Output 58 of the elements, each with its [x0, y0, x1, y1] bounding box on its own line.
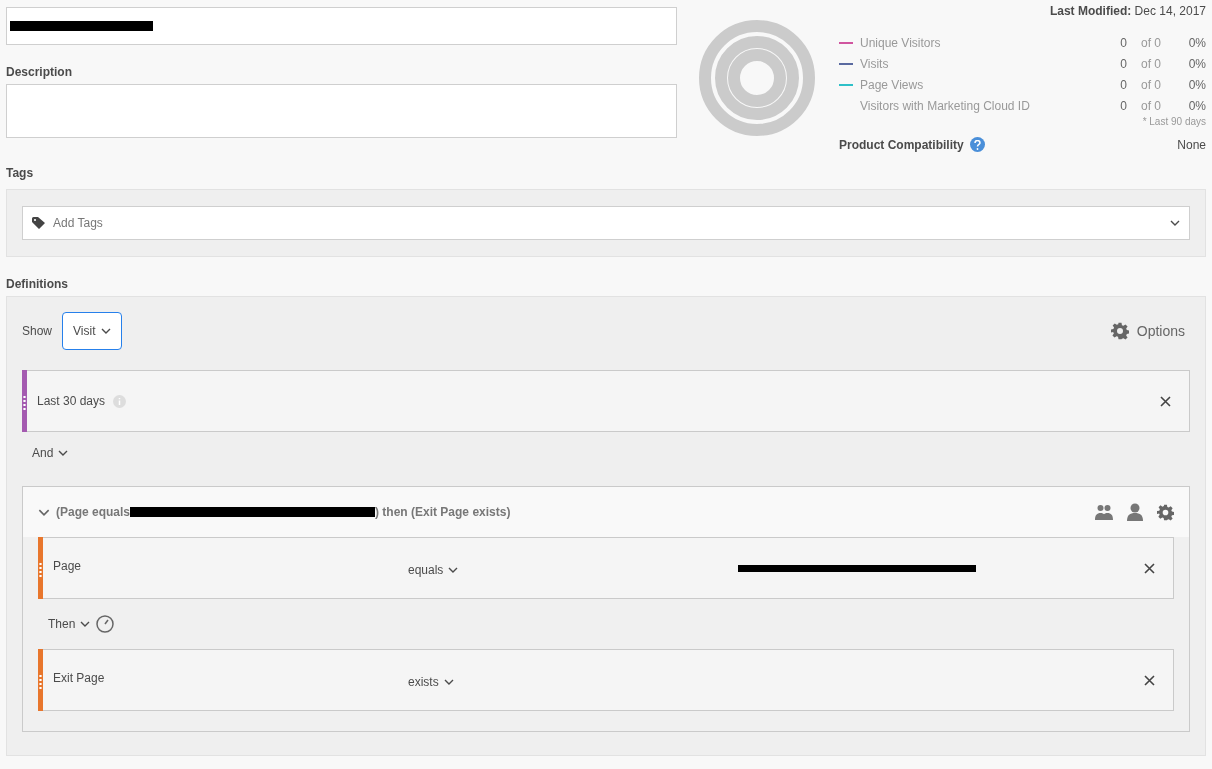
- dimension-label: Page: [53, 559, 83, 573]
- operator-dropdown[interactable]: equals: [408, 563, 738, 577]
- drag-handle[interactable]: [38, 537, 43, 599]
- options-button[interactable]: Options: [1110, 322, 1185, 340]
- drag-handle[interactable]: [38, 649, 43, 711]
- help-icon[interactable]: [969, 137, 985, 152]
- compatibility-value: None: [1177, 137, 1206, 152]
- clock-icon[interactable]: [96, 615, 115, 633]
- metric-total: of 0: [1140, 56, 1161, 71]
- metric-name: Page Views: [860, 77, 925, 92]
- metric-count: 0: [1119, 77, 1127, 92]
- show-select[interactable]: Visit: [62, 312, 123, 350]
- container-summary-start: (Page equals: [56, 505, 131, 519]
- chevron-down-icon: [443, 679, 454, 685]
- description-field[interactable]: [6, 84, 677, 138]
- close-icon[interactable]: [1144, 674, 1155, 686]
- settings-icon[interactable]: [1110, 322, 1129, 340]
- metric-name: Unique Visitors: [860, 35, 942, 50]
- metric-total: of 0: [1140, 98, 1161, 113]
- metric-percent: 0%: [1187, 98, 1206, 113]
- container-summary-end: ) then (Exit Page exists): [375, 505, 511, 519]
- metric-count: 0: [1119, 35, 1127, 50]
- metric-total: of 0: [1140, 35, 1161, 50]
- dimension-label: Exit Page: [53, 671, 106, 685]
- chevron-down-icon: [101, 328, 112, 334]
- chevron-down-icon[interactable]: [38, 508, 50, 516]
- chevron-down-icon: [58, 450, 69, 456]
- footnote-text: * Last 90 days: [1141, 116, 1206, 127]
- chevron-down-icon: [80, 621, 91, 627]
- tags-label: Tags: [6, 166, 35, 180]
- date-rule-label: Last 30 days: [37, 394, 106, 408]
- metric-percent: 0%: [1187, 56, 1206, 71]
- last-modified-text: Last Modified: Dec 14, 2017: [1048, 4, 1206, 18]
- product-compatibility-label: Product Compatibility: [839, 137, 964, 152]
- close-icon[interactable]: [1160, 395, 1171, 407]
- metric-percent: 0%: [1187, 77, 1206, 92]
- then-operator-dropdown[interactable]: Then: [48, 617, 91, 631]
- person-icon[interactable]: [1127, 503, 1143, 521]
- title-field[interactable]: [6, 7, 677, 45]
- metric-percent: 0%: [1187, 35, 1206, 50]
- chevron-down-icon: [1170, 220, 1180, 226]
- metric-name: Visitors with Marketing Cloud ID: [860, 98, 1031, 113]
- description-label: Description: [6, 65, 73, 79]
- tag-icon: [32, 217, 45, 229]
- and-operator-dropdown[interactable]: And: [32, 446, 69, 460]
- metric-count: 0: [1119, 56, 1127, 71]
- close-icon[interactable]: [1144, 562, 1155, 574]
- metric-total: of 0: [1140, 77, 1161, 92]
- chevron-down-icon: [448, 567, 459, 573]
- definitions-label: Definitions: [6, 277, 69, 291]
- settings-icon[interactable]: [1157, 503, 1174, 521]
- people-icon[interactable]: [1095, 504, 1113, 520]
- show-label: Show: [22, 324, 53, 338]
- operator-dropdown[interactable]: exists: [408, 675, 738, 689]
- metric-count: 0: [1119, 98, 1127, 113]
- metric-name: Visits: [860, 56, 890, 71]
- drag-handle[interactable]: [22, 370, 27, 432]
- tags-field[interactable]: Add Tags: [22, 206, 1190, 240]
